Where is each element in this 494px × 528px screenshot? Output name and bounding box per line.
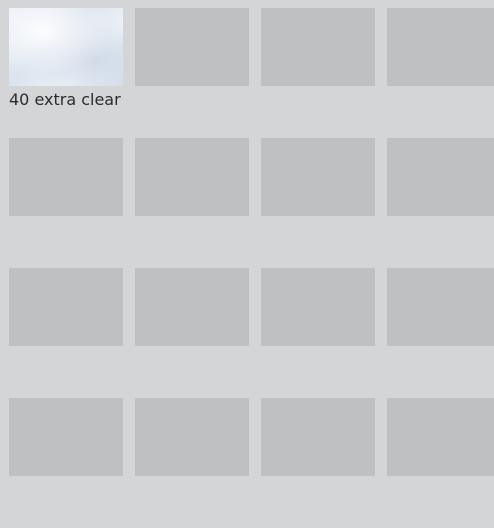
thumbnail-placeholder[interactable] xyxy=(135,138,249,216)
thumbnail-placeholder[interactable] xyxy=(9,138,123,216)
thumbnail-placeholder[interactable] xyxy=(387,138,494,216)
grid-item-11[interactable] xyxy=(261,268,375,398)
grid-item-10[interactable] xyxy=(135,268,249,398)
grid-item-12[interactable] xyxy=(387,268,494,398)
thumbnail-placeholder[interactable] xyxy=(261,398,375,476)
thumbnail-placeholder[interactable] xyxy=(9,398,123,476)
thumbnail-placeholder[interactable] xyxy=(387,398,494,476)
thumbnail-placeholder[interactable] xyxy=(135,398,249,476)
thumbnail-grid: 40 extra clear xyxy=(9,8,494,528)
thumbnail-caption: 40 extra clear xyxy=(9,90,121,109)
grid-item-9[interactable] xyxy=(9,268,123,398)
thumbnail-placeholder[interactable] xyxy=(261,268,375,346)
thumbnail-placeholder[interactable] xyxy=(261,138,375,216)
grid-item-5[interactable] xyxy=(9,138,123,268)
thumbnail-placeholder[interactable] xyxy=(135,8,249,86)
thumbnail-image[interactable] xyxy=(9,8,123,86)
grid-item-7[interactable] xyxy=(261,138,375,268)
thumbnail-placeholder[interactable] xyxy=(387,8,494,86)
grid-item-13[interactable] xyxy=(9,398,123,528)
thumbnail-placeholder[interactable] xyxy=(9,268,123,346)
grid-item-8[interactable] xyxy=(387,138,494,268)
thumbnail-placeholder[interactable] xyxy=(135,268,249,346)
grid-item-3[interactable] xyxy=(261,8,375,138)
grid-item-2[interactable] xyxy=(135,8,249,138)
grid-item-4[interactable] xyxy=(387,8,494,138)
thumbnail-placeholder[interactable] xyxy=(387,268,494,346)
grid-item-14[interactable] xyxy=(135,398,249,528)
grid-item-6[interactable] xyxy=(135,138,249,268)
grid-item-16[interactable] xyxy=(387,398,494,528)
grid-item-1[interactable]: 40 extra clear xyxy=(9,8,123,138)
grid-item-15[interactable] xyxy=(261,398,375,528)
thumbnail-placeholder[interactable] xyxy=(261,8,375,86)
